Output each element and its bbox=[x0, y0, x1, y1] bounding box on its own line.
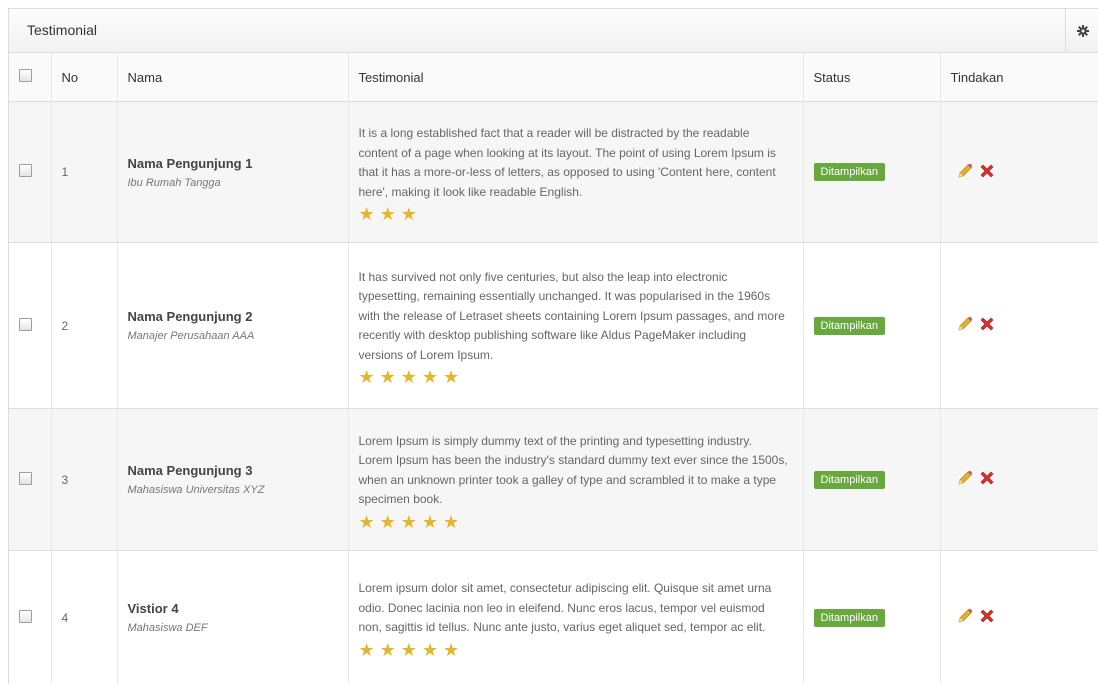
visitor-name: Nama Pengunjung 1 bbox=[127, 155, 253, 171]
table-row: 3 Nama Pengunjung 3 Mahasiswa Universita… bbox=[9, 408, 1098, 551]
close-icon bbox=[980, 317, 994, 331]
status-badge[interactable]: Ditampilkan bbox=[813, 608, 885, 627]
testimonial-text: It has survived not only five centuries,… bbox=[358, 269, 785, 362]
close-icon bbox=[980, 609, 994, 623]
row-number: 2 bbox=[51, 242, 118, 409]
row-checkbox[interactable] bbox=[19, 609, 32, 623]
checkbox-cell bbox=[9, 101, 52, 243]
table-row: 4 Vistior 4 Mahasiswa DEF Lorem ipsum do… bbox=[9, 550, 1098, 684]
delete-button[interactable] bbox=[979, 316, 995, 335]
testimonial-cell: Lorem ipsum dolor sit amet, consectetur … bbox=[348, 550, 804, 684]
close-icon bbox=[980, 471, 994, 485]
column-header-no: No bbox=[51, 53, 118, 102]
row-checkbox[interactable] bbox=[19, 317, 32, 331]
edit-button[interactable] bbox=[956, 469, 974, 490]
row-number: 3 bbox=[51, 408, 118, 551]
status-badge[interactable]: Ditampilkan bbox=[813, 163, 885, 181]
row-checkbox[interactable] bbox=[19, 471, 32, 485]
visitor-name: Vistior 4 bbox=[127, 601, 179, 616]
select-all-cell bbox=[9, 53, 52, 102]
checkbox-cell bbox=[9, 408, 52, 551]
status-badge[interactable]: Ditampilkan bbox=[813, 470, 885, 489]
pencil-icon bbox=[957, 163, 972, 178]
checkbox-cell bbox=[9, 242, 52, 409]
testimonial-text: It is a long established fact that a rea… bbox=[358, 126, 776, 199]
visitor-cell: Nama Pengunjung 1 Ibu Rumah Tangga bbox=[117, 101, 349, 243]
row-number: 1 bbox=[51, 101, 118, 243]
star-rating: ★★★★★ bbox=[358, 639, 465, 660]
visitor-cell: Nama Pengunjung 3 Mahasiswa Universitas … bbox=[117, 408, 349, 551]
status-cell: Ditampilkan bbox=[803, 101, 941, 243]
testimonial-table: No Nama Testimonial Status Tindakan 1 Na… bbox=[9, 53, 1098, 684]
visitor-role: Mahasiswa Universitas XYZ bbox=[127, 484, 265, 496]
column-header-status: Status bbox=[803, 53, 941, 102]
pencil-icon bbox=[957, 316, 972, 331]
visitor-role: Manajer Perusahaan AAA bbox=[127, 330, 255, 342]
table-header-row: No Nama Testimonial Status Tindakan bbox=[9, 53, 1098, 102]
edit-button[interactable] bbox=[956, 607, 974, 628]
status-cell: Ditampilkan bbox=[803, 242, 941, 409]
gear-icon bbox=[1076, 24, 1089, 37]
visitor-role: Ibu Rumah Tangga bbox=[127, 176, 221, 189]
panel-title: Testimonial bbox=[27, 22, 98, 38]
visitor-role: Mahasiswa DEF bbox=[127, 622, 208, 634]
testimonial-cell: It has survived not only five centuries,… bbox=[348, 242, 804, 409]
pencil-icon bbox=[957, 608, 972, 623]
actions-cell bbox=[940, 408, 1098, 551]
delete-button[interactable] bbox=[979, 163, 995, 182]
actions-cell bbox=[940, 101, 1098, 243]
table-row: 2 Nama Pengunjung 2 Manajer Perusahaan A… bbox=[9, 242, 1098, 409]
testimonial-text: Lorem ipsum dolor sit amet, consectetur … bbox=[358, 581, 772, 635]
row-checkbox[interactable] bbox=[19, 164, 32, 177]
status-cell: Ditampilkan bbox=[803, 408, 941, 551]
testimonial-panel: Testimonial No Nama Testimonial Status T… bbox=[8, 8, 1098, 684]
star-rating: ★★★ bbox=[358, 204, 422, 224]
settings-button[interactable] bbox=[1066, 9, 1098, 52]
row-number: 4 bbox=[51, 550, 118, 684]
edit-button[interactable] bbox=[956, 162, 974, 183]
actions-cell bbox=[940, 550, 1098, 684]
close-icon bbox=[980, 164, 994, 177]
column-header-nama: Nama bbox=[117, 53, 349, 102]
delete-button[interactable] bbox=[979, 608, 995, 627]
panel-header: Testimonial bbox=[9, 9, 1098, 53]
select-all-checkbox[interactable] bbox=[19, 69, 32, 82]
testimonial-cell: It is a long established fact that a rea… bbox=[348, 101, 804, 243]
table-row: 1 Nama Pengunjung 1 Ibu Rumah Tangga It … bbox=[9, 101, 1098, 243]
testimonial-text: Lorem Ipsum is simply dummy text of the … bbox=[358, 433, 788, 507]
status-badge[interactable]: Ditampilkan bbox=[813, 316, 885, 335]
visitor-name: Nama Pengunjung 3 bbox=[127, 463, 253, 478]
status-cell: Ditampilkan bbox=[803, 550, 941, 684]
column-header-tindakan: Tindakan bbox=[940, 53, 1098, 102]
visitor-cell: Vistior 4 Mahasiswa DEF bbox=[117, 550, 349, 684]
visitor-name: Nama Pengunjung 2 bbox=[127, 309, 253, 324]
testimonial-cell: Lorem Ipsum is simply dummy text of the … bbox=[348, 408, 804, 551]
checkbox-cell bbox=[9, 550, 52, 684]
star-rating: ★★★★★ bbox=[358, 367, 465, 388]
pencil-icon bbox=[957, 470, 972, 485]
visitor-cell: Nama Pengunjung 2 Manajer Perusahaan AAA bbox=[117, 242, 349, 409]
actions-cell bbox=[940, 242, 1098, 409]
edit-button[interactable] bbox=[956, 315, 974, 336]
column-header-testimonial: Testimonial bbox=[348, 53, 804, 102]
star-rating: ★★★★★ bbox=[358, 511, 465, 532]
delete-button[interactable] bbox=[979, 470, 995, 489]
